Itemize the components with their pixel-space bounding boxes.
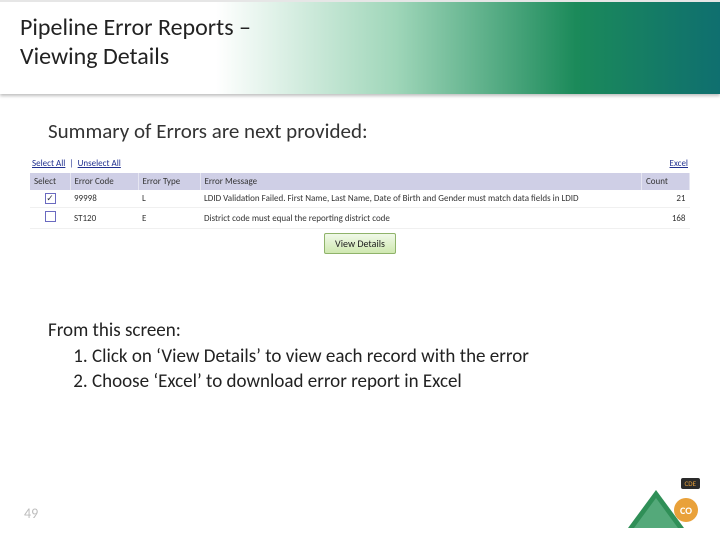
unselect-all-link[interactable]: Unselect All (78, 158, 121, 169)
table-row: ST120 E District code must equal the rep… (30, 208, 690, 229)
title-line-1: Pipeline Error Reports – (20, 14, 251, 43)
cde-badge: CDE (681, 478, 700, 489)
select-all-link[interactable]: Select All (32, 158, 65, 169)
title-line-2: Viewing Details (20, 43, 251, 72)
excel-link[interactable]: Excel (670, 158, 688, 169)
list-item: Click on ‘View Details’ to view each rec… (92, 344, 700, 370)
subheading: Summary of Errors are next provided: (48, 118, 700, 144)
row-checkbox[interactable]: ✓ (45, 193, 56, 204)
th-error-code: Error Code (70, 173, 138, 190)
slide: Pipeline Error Reports – Viewing Details… (0, 0, 720, 540)
th-count: Count (642, 173, 690, 190)
view-details-button[interactable]: View Details (324, 233, 396, 254)
cell-code: 99998 (70, 190, 138, 208)
page-title: Pipeline Error Reports – Viewing Details (20, 14, 251, 72)
instruction-list: Click on ‘View Details’ to view each rec… (82, 344, 700, 395)
table-header-row: Select Error Code Error Type Error Messa… (30, 173, 690, 190)
co-badge: CO (674, 498, 698, 522)
cell-type: L (138, 190, 200, 208)
th-select: Select (30, 173, 70, 190)
cell-count: 21 (642, 190, 690, 208)
th-error-type: Error Type (138, 173, 200, 190)
select-links: Select All | Unselect All (32, 158, 121, 169)
th-error-message: Error Message (200, 173, 642, 190)
cell-code: ST120 (70, 208, 138, 229)
error-table: Select Error Code Error Type Error Messa… (30, 173, 690, 229)
cde-logo: CDE CO (628, 480, 698, 528)
page-number: 49 (24, 505, 38, 522)
cell-type: E (138, 208, 200, 229)
cell-message: LDID Validation Failed. First Name, Last… (200, 190, 642, 208)
body-intro: From this screen: (48, 318, 700, 344)
button-row: View Details (30, 229, 690, 258)
link-row: Select All | Unselect All Excel (30, 156, 690, 173)
list-item: Choose ‘Excel’ to download error report … (92, 369, 700, 395)
row-checkbox[interactable] (45, 211, 56, 222)
cell-message: District code must equal the reporting d… (200, 208, 642, 229)
cell-select (30, 208, 70, 229)
error-summary-panel: Select All | Unselect All Excel Select E… (30, 156, 690, 258)
mountain-icon (634, 498, 678, 528)
pipe: | (67, 158, 75, 169)
table-row: ✓ 99998 L LDID Validation Failed. First … (30, 190, 690, 208)
cell-count: 168 (642, 208, 690, 229)
body-text: From this screen: Click on ‘View Details… (48, 318, 700, 395)
content-area: Summary of Errors are next provided: Sel… (48, 118, 700, 395)
cell-select: ✓ (30, 190, 70, 208)
